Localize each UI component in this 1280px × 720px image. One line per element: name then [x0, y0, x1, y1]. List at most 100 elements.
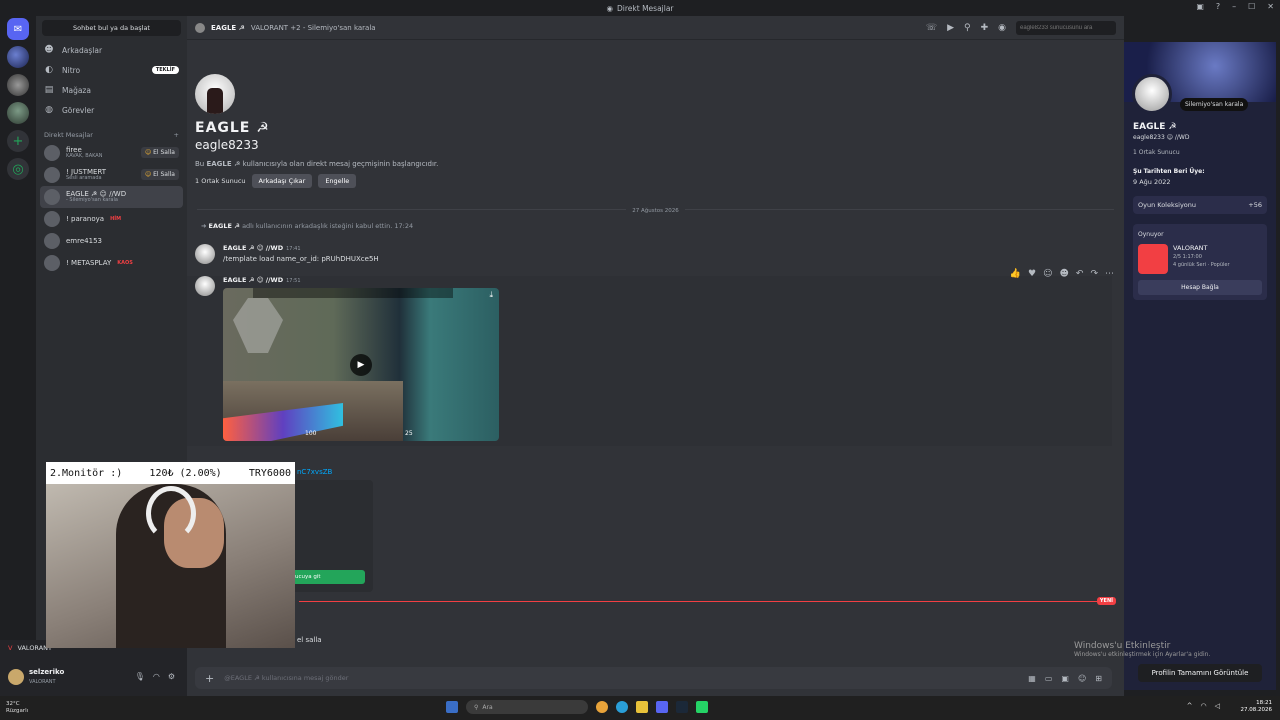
wave-button[interactable]: ☺ El Salla	[140, 169, 179, 180]
taskbar-search[interactable]: ⚲ Ara	[466, 700, 588, 714]
game-name: VALORANT	[1173, 244, 1208, 252]
weather-widget[interactable]: 32°C Rüzgarlı	[6, 701, 28, 714]
video-call-icon[interactable]: ▶	[947, 23, 954, 33]
explore-icon[interactable]: ◎	[7, 158, 29, 180]
game-collection[interactable]: Oyun Koleksiyonu +56	[1133, 196, 1267, 214]
nav-nitro[interactable]: ◐ Nitro TEKLİF	[36, 60, 187, 80]
inbox-icon[interactable]: ▣	[1196, 2, 1204, 11]
user-panel: V VALORANT selzeriko VALORANT 🎙 ◠ ⚙	[0, 640, 187, 696]
whatsapp-icon[interactable]	[696, 701, 708, 713]
server-icon[interactable]	[7, 46, 29, 68]
dm-item[interactable]: ! paranoya HİM	[40, 208, 183, 230]
add-dm-button[interactable]: +	[174, 131, 179, 139]
profile-toggle-icon[interactable]: ◉	[998, 23, 1006, 33]
download-icon[interactable]: ⤓	[489, 290, 493, 300]
microphone-icon[interactable]: 🎙	[135, 672, 145, 681]
view-full-profile-button[interactable]: Profilin Tamamını Görüntüle	[1138, 664, 1262, 682]
message-author[interactable]: EAGLE ☭ ☺ //WD 17:51	[223, 276, 301, 284]
clock[interactable]: 18:21 27.08.2026	[1241, 700, 1273, 714]
gift-icon[interactable]: ▦	[1028, 674, 1036, 683]
steam-icon[interactable]	[676, 701, 688, 713]
dm-status: Sesli aramada	[66, 175, 102, 182]
dm-name: ! paranoya	[66, 214, 105, 223]
chevron-up-icon[interactable]: ^	[1187, 702, 1193, 710]
voice-call-icon[interactable]: ☏	[926, 23, 937, 33]
apps-icon[interactable]: ⊞	[1095, 674, 1102, 683]
thumbs-up-icon[interactable]: 👍	[1010, 269, 1021, 279]
message-author[interactable]: EAGLE ☭ ☺ //WD 17:41	[223, 244, 379, 252]
nav-quests[interactable]: ◍ Görevler	[36, 100, 187, 120]
more-icon[interactable]: ⋯	[1105, 269, 1114, 279]
video-attachment[interactable]: ▶ ⤓ 100 25	[223, 288, 499, 441]
home-button[interactable]: ✉	[7, 18, 29, 40]
wave-button[interactable]: ☺ El Salla	[140, 147, 179, 158]
nav-shop[interactable]: ▤ Mağaza	[36, 80, 187, 100]
profile-username: eagle8233 ☺ //WD	[1133, 134, 1190, 141]
block-button[interactable]: Engelle	[318, 174, 357, 188]
donation-goal: TRY6000	[248, 467, 291, 479]
display-name: EAGLE ☭	[195, 120, 270, 136]
nav-friends[interactable]: ☻ Arkadaşlar	[36, 40, 187, 60]
avatar[interactable]	[195, 276, 215, 296]
current-user[interactable]: selzeriko VALORANT	[8, 668, 64, 685]
clan-tag: HİM	[110, 216, 122, 222]
dm-item[interactable]: emre4153	[40, 230, 183, 252]
watermark-title: Windows'u Etkinleştir	[1074, 641, 1171, 651]
add-friend-icon[interactable]: ✚	[981, 23, 989, 33]
dm-item[interactable]: ! JUSTMERT Sesli aramada ☺ El Salla	[40, 164, 183, 186]
close-icon[interactable]: ✕	[1267, 2, 1274, 11]
dm-item[interactable]: ! METASPLAY KAOS	[40, 252, 183, 274]
help-icon[interactable]: ?	[1216, 2, 1220, 11]
emoji-icon[interactable]: ☺	[1043, 269, 1052, 279]
sticker-icon[interactable]: ▣	[1061, 674, 1069, 683]
add-server-icon[interactable]: +	[7, 130, 29, 152]
donation-bar: 2.Monitör :) 120₺ (2.00%) TRY6000	[46, 462, 295, 484]
volume-icon[interactable]: ◁	[1215, 702, 1220, 710]
folder-icon[interactable]	[636, 701, 648, 713]
server-icon[interactable]	[7, 102, 29, 124]
embed-button[interactable]: ucuya git	[291, 570, 365, 584]
pin-icon[interactable]: ⚲	[964, 23, 971, 33]
emoji-icon[interactable]: ☺	[1078, 674, 1086, 683]
avatar[interactable]	[1132, 74, 1172, 114]
heart-icon[interactable]: ♥	[1028, 269, 1036, 279]
wave-prompt[interactable]: el salla	[297, 636, 322, 644]
dm-item-active[interactable]: EAGLE ☭ ☺ //WD - Silemiyo'san karala	[40, 186, 183, 208]
avatar[interactable]	[195, 244, 215, 264]
reply-icon[interactable]: ↶	[1076, 269, 1084, 279]
avatar	[44, 211, 60, 227]
search-input[interactable]	[1016, 20, 1116, 35]
maximize-icon[interactable]: ☐	[1248, 2, 1255, 11]
wifi-icon[interactable]: ◠	[1201, 702, 1207, 710]
play-icon[interactable]: ▶	[350, 354, 372, 376]
profile-name: EAGLE ☭	[1133, 122, 1177, 132]
profile-panel: Silemiyo'san karala EAGLE ☭ eagle8233 ☺ …	[1124, 42, 1276, 690]
connect-account-button[interactable]: Hesap Bağla	[1138, 280, 1262, 295]
find-conversation-button[interactable]: Sohbet bul ya da başlat	[42, 20, 181, 36]
minimize-icon[interactable]: –	[1232, 2, 1236, 11]
activation-watermark: Windows'u Etkinleştir Windows'u etkinleşt…	[1074, 641, 1210, 658]
mutual-servers[interactable]: 1 Ortak Sunucu	[195, 177, 246, 185]
wave-label: El Salla	[153, 171, 175, 178]
avatar	[44, 189, 60, 205]
server-icon[interactable]	[7, 74, 29, 96]
message-input[interactable]: + @EAGLE ☭ kullanıcısına mesaj gönder ▦ …	[195, 667, 1112, 689]
attach-icon[interactable]: +	[205, 672, 214, 685]
nav-label: Nitro	[62, 65, 81, 75]
gif-icon[interactable]: ▭	[1045, 674, 1053, 683]
message-link[interactable]: nC7xvsZB	[297, 468, 332, 476]
discord-icon[interactable]	[656, 701, 668, 713]
edge-icon[interactable]	[616, 701, 628, 713]
settings-icon[interactable]: ⚙	[168, 672, 175, 681]
forward-icon[interactable]: ↷	[1090, 269, 1098, 279]
chrome-icon[interactable]	[596, 701, 608, 713]
dm-status: KAVAK, BAKAN	[66, 153, 103, 160]
add-reaction-icon[interactable]: ☻	[1060, 269, 1069, 279]
start-icon[interactable]	[446, 701, 458, 713]
remove-friend-button[interactable]: Arkadaşı Çıkar	[251, 174, 313, 188]
member-since-label: Şu Tarihten Beri Üye:	[1133, 168, 1205, 175]
dm-item[interactable]: firee KAVAK, BAKAN ☺ El Salla	[40, 142, 183, 164]
headphones-icon[interactable]: ◠	[153, 672, 160, 681]
mutual-servers[interactable]: 1 Ortak Sunucu	[1133, 149, 1267, 156]
intro-text: Bu EAGLE ☭ kullanıcısıyla olan direkt me…	[195, 160, 438, 168]
